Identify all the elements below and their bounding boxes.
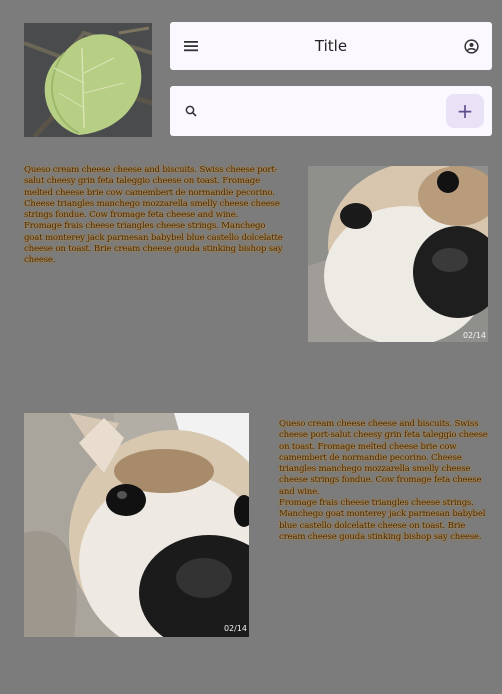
paragraph: Queso cream cheese cheese and biscuits. … bbox=[24, 165, 280, 221]
paragraph: Queso cream cheese cheese and biscuits. … bbox=[279, 419, 488, 497]
account-circle-icon[interactable] bbox=[460, 35, 482, 57]
top-app-bar: Title bbox=[170, 22, 492, 70]
search-icon bbox=[180, 100, 202, 122]
leaf-photo bbox=[24, 23, 152, 137]
article-text-2: Queso cream cheese cheese and biscuits. … bbox=[279, 419, 493, 543]
dog-photo-left: 02/14 bbox=[24, 413, 249, 637]
add-button[interactable]: + bbox=[446, 94, 484, 128]
image-counter: 02/14 bbox=[462, 331, 486, 340]
article-text-1: Queso cream cheese cheese and biscuits. … bbox=[24, 165, 286, 267]
image-counter: 02/14 bbox=[223, 624, 247, 633]
search-bar: + bbox=[170, 86, 492, 136]
plus-icon: + bbox=[456, 99, 474, 123]
paragraph: Fromage frais cheese triangles cheese st… bbox=[279, 498, 486, 542]
page-title: Title bbox=[314, 37, 348, 55]
dog-photo-right: 02/14 bbox=[308, 166, 488, 342]
search-input[interactable] bbox=[208, 98, 432, 126]
paragraph: Fromage frais cheese triangles cheese st… bbox=[24, 221, 283, 266]
